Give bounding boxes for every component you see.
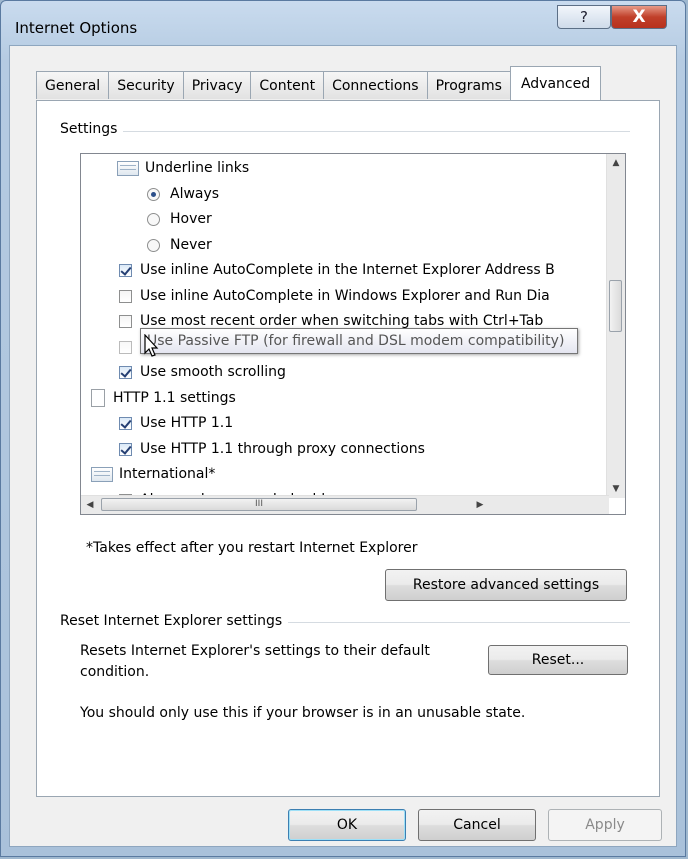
settings-group-label: Settings bbox=[60, 121, 124, 137]
radio-button[interactable] bbox=[147, 212, 160, 226]
restart-note: *Takes effect after you restart Internet… bbox=[86, 540, 418, 556]
scroll-right-icon[interactable]: ▶ bbox=[471, 496, 489, 514]
reset-warning: You should only use this if your browser… bbox=[80, 705, 526, 721]
tab-general[interactable]: General bbox=[36, 71, 110, 99]
tab-security[interactable]: Security bbox=[108, 71, 184, 99]
category-icon bbox=[91, 466, 113, 482]
tab-programs[interactable]: Programs bbox=[426, 71, 511, 99]
cancel-button[interactable]: Cancel bbox=[418, 809, 536, 841]
scroll-left-icon[interactable]: ◀ bbox=[81, 496, 99, 514]
mouse-cursor-icon bbox=[144, 334, 159, 357]
title-bar[interactable]: Internet Options ? X bbox=[1, 1, 685, 45]
scroll-grip-icon: III bbox=[255, 499, 263, 509]
settings-item-label: HTTP 1.1 settings bbox=[113, 390, 236, 406]
checkbox[interactable] bbox=[119, 289, 132, 303]
scroll-up-icon[interactable]: ▲ bbox=[607, 154, 625, 172]
reset-group-label: Reset Internet Explorer settings bbox=[60, 613, 289, 629]
tab-strip: General Security Privacy Content Connect… bbox=[36, 66, 602, 100]
checkbox[interactable] bbox=[119, 340, 132, 354]
help-button[interactable]: ? bbox=[557, 5, 611, 29]
checkbox[interactable] bbox=[119, 314, 132, 328]
settings-group-line bbox=[60, 131, 630, 132]
close-button[interactable]: X bbox=[611, 5, 667, 29]
tab-connections[interactable]: Connections bbox=[323, 71, 428, 99]
settings-item-label: International* bbox=[119, 466, 216, 482]
ok-button[interactable]: OK bbox=[288, 809, 406, 841]
settings-item-label: Use HTTP 1.1 through proxy connections bbox=[140, 441, 425, 457]
close-icon: X bbox=[632, 7, 646, 27]
settings-item-radio[interactable]: Never bbox=[147, 233, 212, 257]
settings-item-label: Underline links bbox=[145, 160, 250, 176]
page-icon bbox=[91, 389, 105, 407]
category-icon bbox=[117, 160, 139, 176]
settings-item-label: Use most recent order when switching tab… bbox=[140, 313, 544, 329]
settings-item-label: Hover bbox=[170, 211, 212, 227]
vertical-scroll-thumb[interactable] bbox=[609, 280, 622, 332]
reset-description-line1: Resets Internet Explorer's settings to t… bbox=[80, 643, 430, 659]
tab-privacy[interactable]: Privacy bbox=[182, 71, 252, 99]
radio-button[interactable] bbox=[147, 238, 160, 252]
restore-advanced-settings-button[interactable]: Restore advanced settings bbox=[385, 569, 627, 601]
settings-item-label: Always bbox=[170, 186, 220, 202]
reset-button[interactable]: Reset... bbox=[488, 645, 628, 675]
settings-item-check[interactable]: Use smooth scrolling bbox=[119, 360, 286, 384]
tab-advanced[interactable]: Advanced bbox=[509, 66, 602, 100]
apply-button[interactable]: Apply bbox=[548, 809, 662, 841]
checkbox[interactable] bbox=[119, 365, 132, 379]
settings-item-check[interactable]: Use HTTP 1.1 through proxy connections bbox=[119, 437, 425, 461]
checkbox[interactable] bbox=[119, 263, 132, 277]
horizontal-scrollbar[interactable]: ◀ III ▶ bbox=[81, 495, 609, 514]
tab-content[interactable]: Content bbox=[250, 71, 325, 99]
settings-item-radio[interactable]: Hover bbox=[147, 207, 212, 231]
settings-item-label: Use HTTP 1.1 bbox=[140, 415, 234, 431]
settings-item-check[interactable]: Use HTTP 1.1 bbox=[119, 411, 233, 435]
help-icon: ? bbox=[580, 8, 588, 26]
passive-ftp-tooltip: Use Passive FTP (for firewall and DSL mo… bbox=[140, 328, 578, 354]
settings-item-label: Use inline AutoComplete in the Internet … bbox=[140, 262, 555, 278]
settings-item-page[interactable]: HTTP 1.1 settings bbox=[91, 386, 236, 410]
settings-item-label: Never bbox=[170, 237, 212, 253]
settings-item-label: Use smooth scrolling bbox=[140, 364, 286, 380]
settings-item-folder[interactable]: Underline links bbox=[117, 156, 249, 180]
settings-item-check[interactable]: Use inline AutoComplete in the Internet … bbox=[119, 258, 555, 282]
settings-item-label: Use inline AutoComplete in Windows Explo… bbox=[140, 288, 550, 304]
scroll-down-icon[interactable]: ▼ bbox=[607, 480, 625, 498]
radio-button[interactable] bbox=[147, 187, 160, 201]
vertical-scrollbar[interactable]: ▲ ▼ bbox=[606, 154, 625, 498]
horizontal-scroll-thumb[interactable]: III bbox=[101, 498, 417, 511]
window-title: Internet Options bbox=[15, 19, 138, 37]
reset-description-line2: condition. bbox=[80, 664, 150, 680]
settings-item-radio[interactable]: Always bbox=[147, 182, 219, 206]
settings-item-check[interactable]: Use inline AutoComplete in Windows Explo… bbox=[119, 284, 550, 308]
checkbox[interactable] bbox=[119, 442, 132, 456]
checkbox[interactable] bbox=[119, 416, 132, 430]
settings-item-folder[interactable]: International* bbox=[91, 462, 215, 486]
